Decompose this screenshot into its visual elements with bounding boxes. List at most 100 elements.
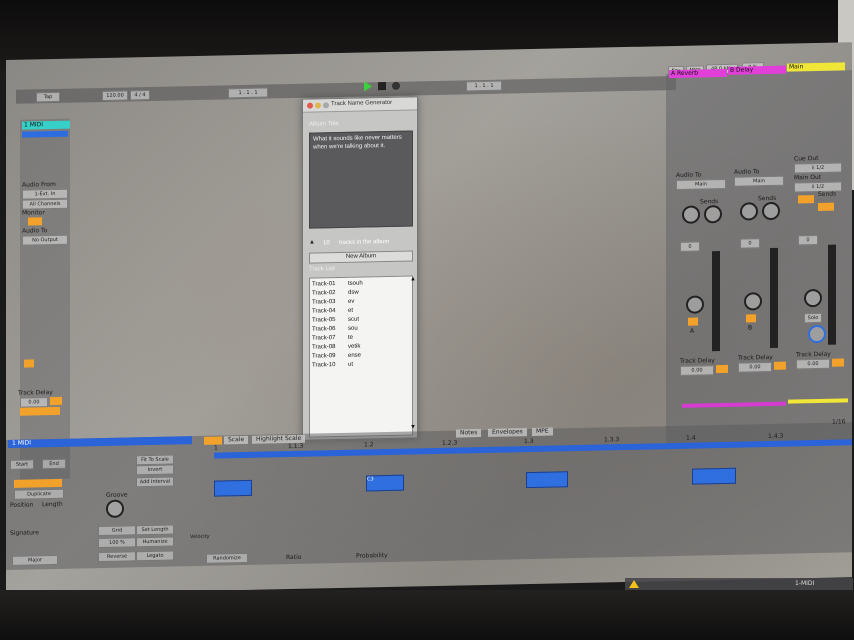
invert-button[interactable]: Invert (136, 464, 174, 476)
maximize-icon[interactable] (323, 102, 329, 109)
duplicate-button[interactable]: Duplicate (14, 488, 64, 500)
track-io-column (20, 118, 70, 480)
tab-notes[interactable]: Notes (456, 429, 482, 438)
legato-button[interactable]: Legato (136, 550, 174, 562)
warning-icon[interactable] (629, 580, 639, 588)
tempo-field[interactable]: 120.00 (102, 90, 128, 101)
tab-envelopes[interactable]: Envelopes (488, 428, 527, 437)
scale-button[interactable]: Scale (224, 435, 249, 445)
stop-icon[interactable] (378, 82, 386, 91)
midi-note[interactable] (214, 479, 252, 497)
track-delay-field[interactable]: 0.00 (20, 397, 48, 408)
quantize-menu[interactable]: 1 . 1 . 1 (228, 87, 268, 99)
minimize-icon[interactable] (315, 102, 321, 109)
activator-a-label: A (690, 327, 695, 335)
activator-b[interactable]: B (746, 314, 756, 331)
tap-button[interactable]: Tap (36, 91, 60, 103)
fader-b[interactable] (770, 247, 778, 348)
post-button-a[interactable] (798, 195, 814, 204)
position-display[interactable]: 1 . 1 . 1 (466, 80, 502, 92)
album-title-label: Album Title (309, 121, 339, 128)
track-name-generator-window: Track Name Generator Album Title What it… (302, 96, 418, 441)
midi-note[interactable] (692, 467, 736, 485)
activator-a[interactable]: A (688, 317, 698, 335)
ms-toggle-main[interactable] (832, 358, 844, 367)
length-label: Length (42, 500, 63, 509)
ms-toggle-a[interactable] (716, 364, 728, 374)
track-count-label: tracks in the album (339, 238, 390, 247)
add-interval-button[interactable]: Add Interval (136, 476, 174, 488)
scroll-up-icon[interactable]: ▲ (410, 276, 416, 282)
track-color-strip (22, 130, 68, 138)
fader-a[interactable] (712, 251, 720, 352)
audio-to-select-b[interactable]: Main (734, 175, 784, 187)
ratio-label: Ratio (286, 553, 302, 562)
projected-screen: Tap 120.00 4 / 4 1 . 1 . 1 1 . 1 . 1 Key… (6, 42, 852, 596)
ruler-mark: 1.1.3 (288, 442, 304, 451)
status-bar: 1-MIDI (625, 578, 853, 590)
cue-out-label: Cue Out (794, 154, 819, 163)
randomize-button[interactable]: Randomize (206, 552, 248, 564)
close-icon[interactable] (307, 102, 313, 109)
position-label: Position (10, 501, 34, 509)
track-delay-label: Track Delay (18, 389, 53, 397)
humanize-amount[interactable]: 100 % (98, 537, 136, 549)
output-select[interactable]: No Output (22, 234, 68, 246)
midi-note[interactable] (526, 471, 568, 489)
new-album-button[interactable]: New Album (309, 250, 413, 264)
audio-to-select-a[interactable]: Main (676, 178, 726, 190)
ruler-mark: 1.3 (524, 437, 534, 446)
main-track-header[interactable]: Main (787, 62, 845, 72)
fold-button[interactable] (204, 436, 222, 445)
solo-button[interactable]: Solo (804, 312, 822, 324)
wall-bottom (0, 590, 854, 640)
delay-latency-button[interactable] (20, 406, 60, 416)
sends-label-main: Sends (818, 190, 837, 198)
album-title-text: What it sounds like never matters when w… (313, 134, 402, 151)
return-track-b-header[interactable]: B Delay (728, 65, 786, 75)
grid-button[interactable]: Grid (98, 525, 136, 537)
monitor-in-button[interactable] (28, 217, 42, 226)
audio-from-label: Audio From (22, 180, 56, 189)
loop-button[interactable] (14, 478, 62, 488)
ruler-mark: 1.4.3 (768, 432, 784, 441)
track-activator[interactable] (24, 359, 34, 368)
window-titlebar: Track Name Generator (303, 97, 417, 113)
humanize-button[interactable]: Humanize (136, 536, 174, 548)
ruler-mark: 1.3.3 (604, 436, 620, 444)
mixer-section (666, 70, 852, 445)
spin-up-icon[interactable]: ▲ (309, 240, 315, 246)
end-label: End (42, 458, 66, 470)
volume-field-a[interactable]: 0 (680, 241, 700, 252)
scroll-down-icon[interactable]: ▼ (410, 424, 416, 430)
volume-field-b[interactable]: 0 (740, 238, 760, 249)
reverse-button[interactable]: Reverse (98, 551, 136, 563)
return-track-a-header[interactable]: A Reverb (669, 68, 727, 79)
fader-main[interactable] (828, 244, 836, 345)
cue-out-select[interactable]: ii 1/2 (794, 162, 842, 174)
scale-select[interactable]: Major (12, 554, 58, 566)
track-list-label: Track List (309, 266, 335, 273)
track-delay-field-a[interactable]: 0.00 (680, 365, 714, 376)
track-delay-field-main[interactable]: 0.00 (796, 358, 830, 370)
track-title[interactable]: 1 MIDI (22, 120, 70, 130)
post-button-b[interactable] (818, 202, 834, 211)
ms-toggle-b[interactable] (774, 361, 786, 370)
track-count-value[interactable]: 10 (323, 240, 330, 246)
audio-to-label-b: Audio To (734, 168, 760, 176)
midi-note[interactable]: C3 (366, 474, 404, 492)
signature-field[interactable]: 4 / 4 (130, 89, 150, 101)
page-indicator: 1/16 (832, 418, 846, 426)
tab-mpe[interactable]: MPE (532, 427, 553, 436)
volume-field-main[interactable]: 0 (798, 234, 818, 246)
channel-select[interactable]: All Channels (22, 198, 68, 210)
track-delay-unit[interactable] (50, 396, 62, 406)
play-icon[interactable] (364, 81, 372, 92)
audio-to-label: Audio To (22, 227, 48, 235)
track-list[interactable]: Track-01 tsouh Track-02 dsw Track-03 ev Tra… (309, 275, 416, 438)
set-length-button[interactable]: Set Length (136, 524, 174, 536)
track-delay-field-b[interactable]: 0.00 (738, 361, 772, 373)
ruler-mark: 1 (214, 444, 218, 452)
album-title-textarea[interactable]: What it sounds like never matters when w… (309, 130, 413, 229)
monitor-label: Monitor (22, 209, 45, 217)
